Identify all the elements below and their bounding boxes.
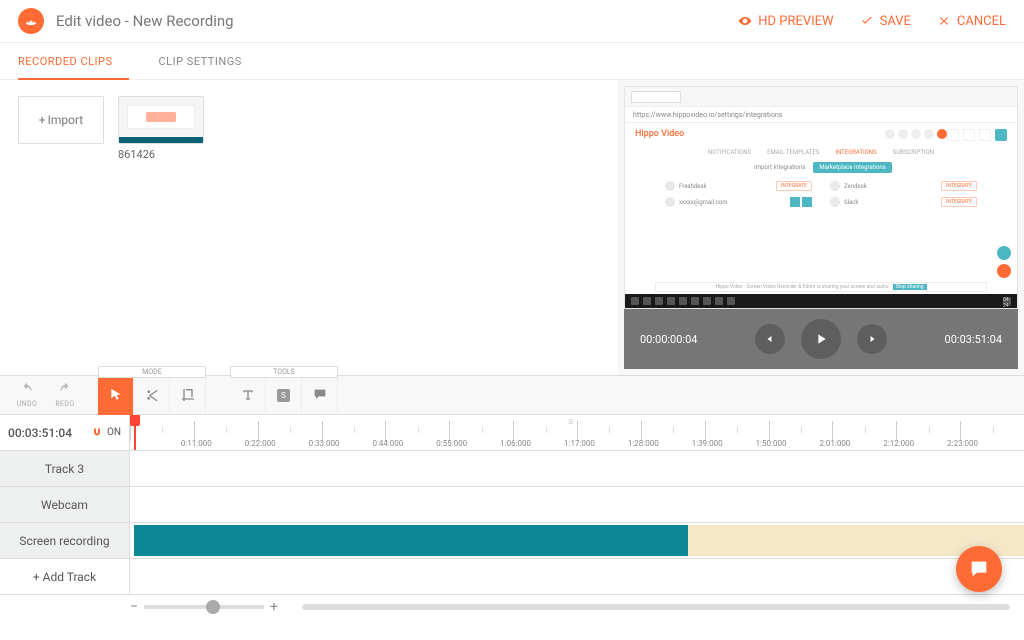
preview-canvas: https://www.hippovideo.io/settings/integ… — [624, 86, 1018, 309]
magnet-icon — [91, 427, 103, 439]
select-tool[interactable] — [98, 375, 134, 415]
cut-tool[interactable] — [134, 375, 170, 415]
subtitle-icon: S — [277, 389, 290, 402]
crop-tool[interactable] — [170, 375, 206, 415]
add-track-button[interactable]: + Add Track — [0, 559, 130, 594]
clip-item[interactable]: 861426 — [118, 96, 204, 161]
eye-icon — [738, 14, 752, 28]
tab-clip-settings[interactable]: CLIP SETTINGS — [159, 43, 258, 79]
timeline-scrollbar[interactable] — [302, 604, 1010, 610]
zoom-slider[interactable] — [144, 605, 264, 609]
save-button[interactable]: SAVE — [860, 14, 911, 29]
timeline-ruler[interactable]: ≡ 0000:11:0000:22:0000:33:0000:44:0000:5… — [130, 415, 1024, 450]
preview-pane: https://www.hippovideo.io/settings/integ… — [618, 80, 1024, 375]
redo-icon — [57, 382, 73, 396]
text-tool[interactable] — [230, 375, 266, 415]
page-title: Edit video - New Recording — [56, 12, 738, 30]
timeline-timecode: 00:03:51:04 — [8, 426, 72, 440]
chat-icon — [968, 558, 990, 580]
track-content-webcam[interactable] — [130, 487, 1024, 522]
plus-icon: + — [39, 113, 46, 127]
next-frame-button[interactable] — [857, 324, 887, 354]
clip-thumbnail — [118, 96, 204, 144]
playhead[interactable] — [134, 415, 136, 450]
track-label-3[interactable]: Track 3 — [0, 451, 130, 486]
current-time: 00:00:00:04 — [640, 333, 697, 346]
undo-icon — [19, 382, 35, 396]
clip-label: 861426 — [118, 148, 204, 161]
tab-recorded-clips[interactable]: RECORDED CLIPS — [18, 43, 129, 80]
play-icon — [813, 331, 829, 347]
clips-area: + Import 861426 — [0, 80, 618, 375]
check-icon — [860, 14, 874, 28]
pointer-icon — [108, 387, 124, 403]
text-icon — [240, 387, 256, 403]
track-content-screen[interactable] — [130, 523, 1024, 558]
chat-fab[interactable] — [956, 546, 1002, 592]
subtitle-tool[interactable]: S — [266, 375, 302, 415]
cancel-button[interactable]: CANCEL — [937, 14, 1006, 29]
total-time: 00:03:51:04 — [945, 333, 1002, 346]
scissors-icon — [144, 387, 160, 403]
preview-controls: 00:00:00:04 00:03:51:04 — [624, 309, 1018, 369]
redo-button[interactable]: REDO — [46, 382, 84, 408]
screen-clip-segment-1[interactable] — [134, 525, 688, 556]
zoom-out-button[interactable]: − — [130, 599, 138, 615]
prev-frame-button[interactable] — [755, 324, 785, 354]
track-content-3[interactable] — [130, 451, 1024, 486]
step-back-icon — [764, 333, 776, 345]
zoom-in-button[interactable]: + — [270, 599, 278, 615]
hd-preview-button[interactable]: HD PREVIEW — [738, 14, 833, 29]
callout-icon — [312, 387, 328, 403]
snap-toggle[interactable]: ON — [91, 427, 121, 439]
callout-tool[interactable] — [302, 375, 338, 415]
track-label-screen[interactable]: Screen recording — [0, 523, 130, 558]
undo-button[interactable]: UNDO — [8, 382, 46, 408]
step-forward-icon — [866, 333, 878, 345]
track-label-webcam[interactable]: Webcam — [0, 487, 130, 522]
crop-icon — [180, 387, 196, 403]
import-button[interactable]: + Import — [18, 96, 104, 144]
play-button[interactable] — [801, 319, 841, 359]
app-logo — [18, 8, 44, 34]
close-icon — [937, 14, 951, 28]
